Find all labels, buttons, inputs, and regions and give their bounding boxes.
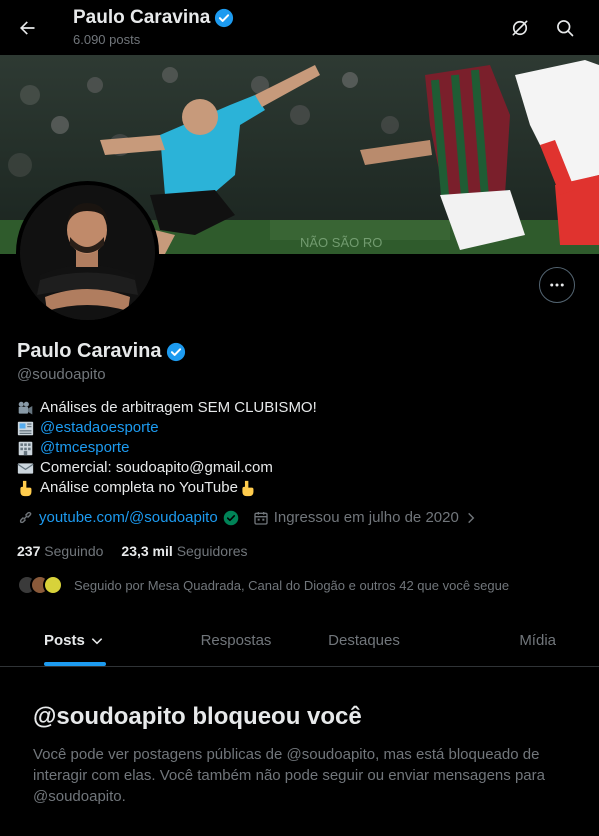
- verified-badge-icon: [215, 8, 234, 28]
- verified-badge-icon[interactable]: [166, 342, 186, 362]
- joined-date: Ingressou em julho de 2020: [273, 509, 459, 526]
- profile-name-row: Paulo Caravina: [17, 340, 186, 363]
- blocked-message: @soudoapito bloqueou você Você pode ver …: [33, 703, 563, 807]
- following-count: 237: [17, 543, 41, 559]
- avatar-image: [20, 185, 155, 320]
- search-icon: [557, 20, 574, 37]
- bio-line: @tmcesporte: [17, 438, 317, 458]
- active-tab-indicator: [44, 662, 106, 666]
- pointing-down-icon: [239, 480, 256, 497]
- follow-stats: 237 Seguindo 23,3 mil Seguidores: [17, 543, 248, 559]
- bio-line: Análise completa no YouTube: [17, 478, 317, 498]
- newspaper-icon: [17, 420, 34, 437]
- profile-name: Paulo Caravina: [17, 340, 162, 362]
- tab-destaques[interactable]: Destaques: [300, 615, 428, 666]
- bio-link-tmcesporte[interactable]: @tmcesporte: [40, 438, 129, 458]
- followers-label: Seguidores: [176, 543, 248, 559]
- follower-avatars: [17, 575, 63, 595]
- tab-respostas[interactable]: Respostas: [172, 615, 300, 666]
- joined-item[interactable]: Ingressou em julho de 2020: [253, 509, 478, 526]
- blocked-description: Você pode ver postagens públicas de @sou…: [33, 746, 545, 805]
- envelope-icon: [17, 460, 34, 477]
- website-item: youtube.com/@soudoapito: [17, 509, 239, 526]
- chevron-down-icon: [91, 637, 103, 644]
- blocked-title: @soudoapito bloqueou você: [33, 703, 362, 730]
- followers-count: 23,3 mil: [121, 543, 173, 559]
- profile-bio: Análises de arbitragem SEM CLUBISMO! @es…: [17, 398, 317, 498]
- bio-line: Comercial: soudoapito@gmail.com: [17, 458, 317, 478]
- profile-avatar[interactable]: [16, 181, 159, 324]
- website-link[interactable]: youtube.com/@soudoapito: [39, 509, 218, 526]
- header-title: Paulo Caravina: [73, 7, 211, 28]
- building-icon: [17, 440, 34, 457]
- bio-text: Comercial: soudoapito@gmail.com: [40, 459, 273, 476]
- verified-link-icon: [223, 510, 238, 525]
- tab-midia[interactable]: Mídia: [428, 615, 599, 666]
- following-label: Seguindo: [44, 543, 104, 559]
- search-button[interactable]: [548, 11, 582, 45]
- calendar-icon: [254, 511, 268, 525]
- bio-line: Análises de arbitragem SEM CLUBISMO!: [17, 398, 317, 418]
- bio-line: @estadaoesporte: [17, 418, 317, 438]
- svg-text:NÃO SÃO RO: NÃO SÃO RO: [300, 235, 382, 250]
- arrow-left-icon: [20, 21, 35, 35]
- top-bar: Paulo Caravina 6.090 posts: [0, 0, 599, 55]
- post-count: 6.090 posts: [73, 32, 141, 47]
- profile-meta: youtube.com/@soudoapito Ingressou em jul…: [17, 509, 492, 526]
- more-options-button[interactable]: [539, 267, 575, 303]
- followers-link[interactable]: 23,3 mil Seguidores: [121, 543, 247, 559]
- following-link[interactable]: 237 Seguindo: [17, 543, 103, 559]
- chevron-right-icon: [467, 512, 475, 523]
- tab-label: Mídia: [519, 632, 556, 649]
- grok-icon: [512, 20, 528, 36]
- movie-camera-icon: [17, 400, 34, 417]
- link-icon: [19, 511, 32, 524]
- pointing-down-icon: [17, 480, 34, 497]
- followed-by-text: Seguido por Mesa Quadrada, Canal do Diog…: [74, 577, 510, 593]
- more-horizontal-icon: [550, 283, 564, 287]
- header-title-block: Paulo Caravina 6.090 posts: [73, 7, 234, 47]
- grok-button[interactable]: [503, 11, 537, 45]
- bio-link-estadaoesporte[interactable]: @estadaoesporte: [40, 418, 159, 438]
- bio-text: Análise completa no YouTube: [40, 479, 238, 496]
- back-button[interactable]: [10, 11, 44, 45]
- bio-text: Análises de arbitragem SEM CLUBISMO!: [40, 399, 317, 416]
- profile-tabs: Posts Respostas Destaques Mídia: [0, 615, 599, 667]
- tab-label: Respostas: [200, 632, 272, 649]
- tab-label: Destaques: [328, 632, 400, 649]
- follower-avatar: [43, 575, 63, 595]
- followed-by[interactable]: Seguido por Mesa Quadrada, Canal do Diog…: [17, 575, 509, 595]
- profile-handle: @soudoapito: [17, 366, 106, 383]
- tab-posts[interactable]: Posts: [0, 615, 172, 666]
- tab-label: Posts: [44, 632, 85, 649]
